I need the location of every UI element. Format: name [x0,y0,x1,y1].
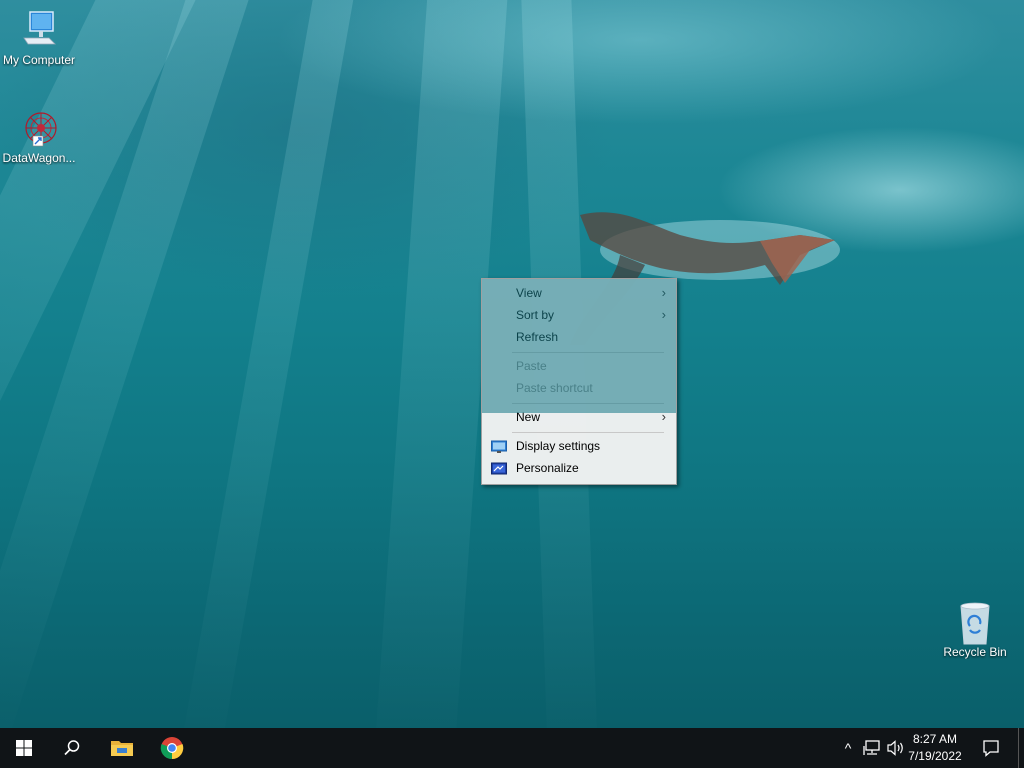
network-icon [863,740,880,755]
chevron-right-icon: › [661,307,666,322]
desktop-icon-datawagon[interactable]: DataWagon... [0,108,78,165]
menu-item-label: Paste [516,359,547,373]
taskbar-clock[interactable]: 8:27 AM 7/19/2022 [904,731,966,765]
start-button[interactable] [0,728,48,768]
menu-item-label: Sort by [516,308,555,322]
computer-icon [19,10,59,50]
tray-overflow-button[interactable]: ^ [838,738,858,758]
menu-item-display-settings[interactable]: Display settings [482,435,676,457]
desktop-icon-label: My Computer [2,53,76,67]
menu-item-new[interactable]: New › [482,406,676,428]
taskbar-chrome[interactable] [148,728,196,768]
menu-separator [512,403,664,404]
clock-date: 7/19/2022 [908,749,962,763]
search-icon [64,740,80,756]
menu-item-sort-by[interactable]: Sort by › [482,304,676,326]
chevron-right-icon: › [661,285,666,300]
chevron-up-icon: ^ [844,740,852,756]
display-settings-icon [491,439,507,453]
action-center-button[interactable] [968,728,1014,768]
menu-item-refresh[interactable]: Refresh [482,326,676,348]
menu-item-view[interactable]: View › [482,282,676,304]
chevron-right-icon: › [661,409,666,424]
desktop-icon-my-computer[interactable]: My Computer [0,10,78,67]
desktop-icon-recycle-bin[interactable]: Recycle Bin [936,602,1014,659]
tray-network[interactable] [862,738,882,758]
datawagon-shortcut-icon [19,108,59,148]
tray-volume[interactable] [886,738,906,758]
file-explorer-icon [111,741,133,756]
desktop-icon-label: DataWagon... [2,151,76,165]
menu-item-label: Personalize [516,461,579,475]
clock-time: 8:27 AM [912,732,958,746]
desktop-context-menu: View › Sort by › Refresh Paste Paste sho… [481,278,677,485]
windows-start-icon [16,740,32,756]
menu-item-label: View [516,286,542,300]
action-center-icon [983,740,999,757]
menu-item-personalize[interactable]: Personalize [482,457,676,479]
menu-item-label: Refresh [516,330,559,344]
menu-item-label: Paste shortcut [516,381,593,395]
personalize-icon [491,461,507,475]
menu-item-paste[interactable]: Paste [482,355,676,377]
volume-icon [887,740,903,756]
menu-item-paste-shortcut[interactable]: Paste shortcut [482,377,676,399]
taskbar-file-explorer[interactable] [98,728,146,768]
show-desktop-button[interactable] [1018,728,1024,768]
recycle-bin-icon [955,602,995,645]
menu-separator [512,432,664,433]
chrome-icon [160,737,184,760]
menu-item-label: Display settings [516,439,601,453]
menu-item-label: New [516,410,541,424]
desktop-background[interactable]: My Computer DataWagon... Recycle Bin Vie… [0,0,1024,728]
taskbar: ^ 8:27 AM 7/19/2022 [0,728,1024,768]
search-button[interactable] [48,728,96,768]
desktop-icon-label: Recycle Bin [943,645,1007,659]
menu-separator [512,352,664,353]
